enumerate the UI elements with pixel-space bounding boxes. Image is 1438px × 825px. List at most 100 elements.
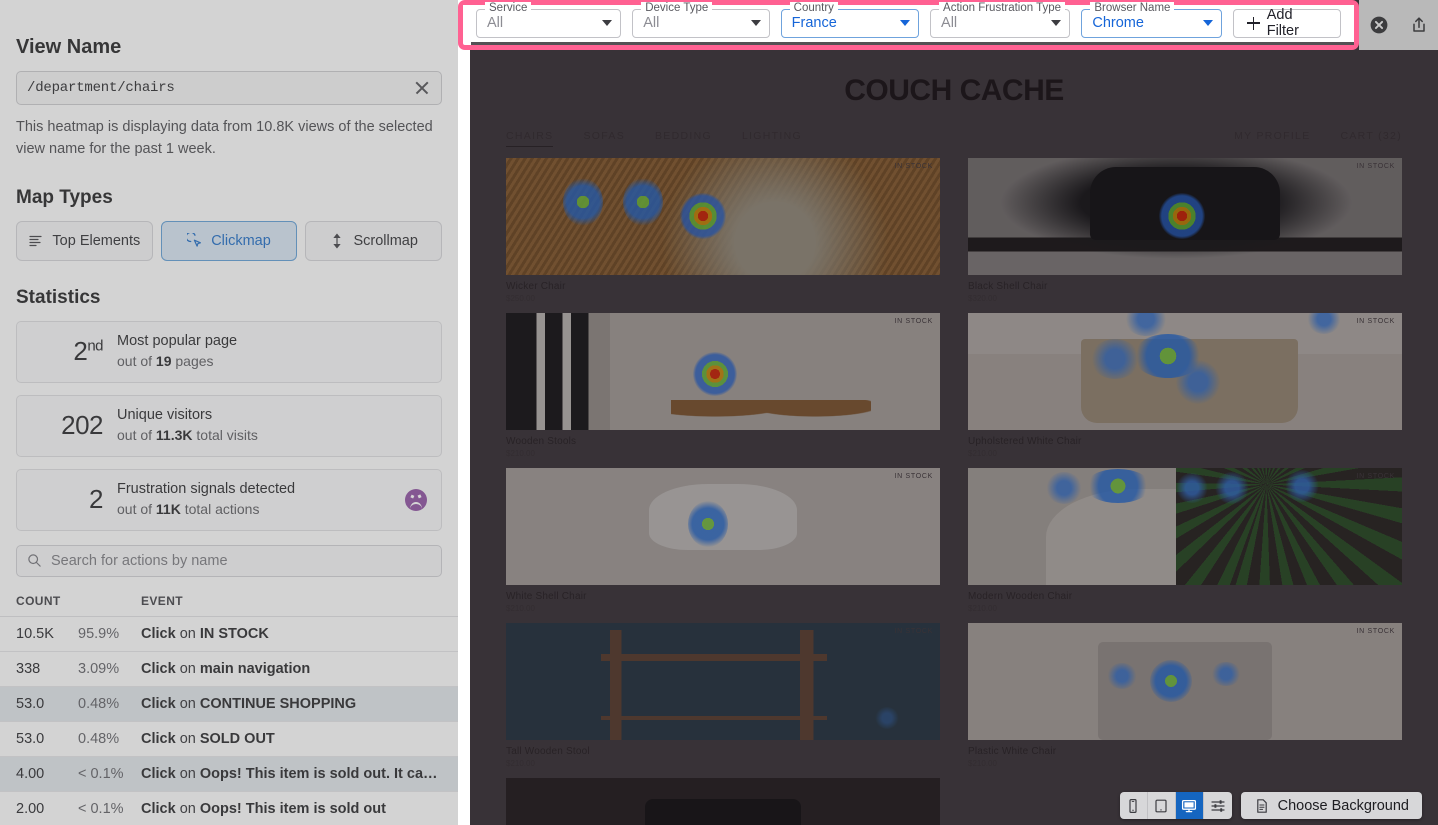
product-thumbnail[interactable]: IN STOCK xyxy=(506,623,940,740)
filter-browser-name[interactable]: Browser Name Chrome xyxy=(1081,1,1222,38)
chevron-down-icon[interactable] xyxy=(1202,20,1213,26)
heatmap-description: This heatmap is displaying data from 10.… xyxy=(16,119,433,157)
search-icon xyxy=(28,554,41,567)
product-name: Plastic White Chair xyxy=(968,746,1057,757)
product-thumbnail[interactable]: IN STOCK xyxy=(968,158,1402,275)
product-thumbnail[interactable]: IN STOCK xyxy=(506,158,940,275)
chevron-down-icon[interactable] xyxy=(900,20,911,26)
row-percent: 3.09% xyxy=(78,660,120,677)
filter-value: All xyxy=(487,15,504,31)
filter-bar-highlight: Service All Device Type All Country Fran… xyxy=(458,0,1359,50)
product-thumbnail[interactable]: IN STOCK xyxy=(968,623,1402,740)
map-type-top-elements[interactable]: Top Elements xyxy=(16,220,153,261)
nav-item-lighting[interactable]: LIGHTING xyxy=(742,130,802,142)
map-type-clickmap[interactable]: Clickmap xyxy=(160,220,298,261)
device-mobile-button[interactable] xyxy=(1119,792,1148,819)
product-thumbnail[interactable]: IN STOCK xyxy=(968,468,1402,585)
product-card[interactable]: IN STOCK White Shell Chair $210.00 xyxy=(506,468,940,613)
add-filter-button[interactable]: Add Filter xyxy=(1232,7,1342,39)
search-placeholder: Search for actions by name xyxy=(51,552,228,569)
map-type-scrollmap[interactable]: Scrollmap xyxy=(305,220,443,261)
statistics-heading: Statistics xyxy=(16,286,101,308)
product-price: $210.00 xyxy=(968,449,997,458)
stat-subtitle: out of 19 pages xyxy=(117,352,214,369)
product-name: Tall Wooden Stool xyxy=(506,746,590,757)
chevron-down-icon[interactable] xyxy=(602,20,613,26)
filter-device-type[interactable]: Device Type All xyxy=(632,1,770,38)
nav-item-sofas[interactable]: SOFAS xyxy=(583,130,625,142)
filter-value: All xyxy=(643,15,660,31)
device-settings-button[interactable] xyxy=(1203,792,1232,819)
rendered-website: COUCH CACHE CHAIRS SOFAS BEDDING LIGHTIN… xyxy=(470,56,1438,825)
product-price: $210.00 xyxy=(968,759,997,768)
view-name-input[interactable]: /department/chairs xyxy=(16,71,442,105)
share-upload-icon[interactable] xyxy=(1409,15,1429,35)
filter-action-frustration-type[interactable]: Action Frustration Type All xyxy=(930,1,1071,38)
row-count: 4.00 xyxy=(16,765,45,782)
table-row[interactable]: 338 3.09% Click on main navigation xyxy=(0,652,458,687)
row-percent: < 0.1% xyxy=(78,800,124,817)
table-row[interactable]: 4.00 < 0.1% Click on Oops! This item is … xyxy=(0,756,458,792)
product-grid: IN STOCK Wicker Chair $250.00 IN STOCK B… xyxy=(506,158,1402,825)
map-type-label: Clickmap xyxy=(211,232,271,249)
filter-service[interactable]: Service All xyxy=(476,1,622,38)
table-header: COUNT EVENT xyxy=(0,587,458,617)
stock-badge: IN STOCK xyxy=(1356,473,1395,480)
view-name-value: /department/chairs xyxy=(27,80,175,96)
product-card[interactable]: IN STOCK Black Shell Chair $320.00 xyxy=(968,158,1402,303)
nav-item-my-profile[interactable]: MY PROFILE xyxy=(1234,130,1310,142)
product-price: $210.00 xyxy=(506,604,535,613)
stat-subtitle: out of 11K total actions xyxy=(117,500,260,517)
product-card[interactable]: IN STOCK Wicker Chair $250.00 xyxy=(506,158,940,303)
filter-bar: Service All Device Type All Country Fran… xyxy=(463,1,1354,45)
product-photo xyxy=(968,313,1402,430)
product-photo xyxy=(506,778,940,825)
close-circle-icon[interactable] xyxy=(1369,15,1389,35)
clear-icon[interactable] xyxy=(413,79,431,97)
table-row[interactable]: 53.0 0.48% Click on SOLD OUT xyxy=(0,722,458,757)
filter-country[interactable]: Country France xyxy=(780,1,920,38)
filter-label: Browser Name xyxy=(1090,1,1175,14)
table-row[interactable]: 2.00 < 0.1% Click on Oops! This item is … xyxy=(0,792,458,825)
add-filter-label: Add Filter xyxy=(1266,7,1299,39)
product-card[interactable]: IN STOCK Tall Wooden Stool $210.00 xyxy=(506,623,940,768)
vertical-arrows-icon xyxy=(333,232,342,249)
row-count: 53.0 xyxy=(16,730,45,747)
nav-item-cart[interactable]: CART (32) xyxy=(1341,130,1403,142)
product-card[interactable]: IN STOCK Modern Wooden Chair $210.00 xyxy=(968,468,1402,613)
device-tablet-button[interactable] xyxy=(1147,792,1176,819)
stock-badge: IN STOCK xyxy=(894,473,933,480)
nav-item-chairs[interactable]: CHAIRS xyxy=(506,130,554,147)
chevron-down-icon[interactable] xyxy=(1051,20,1062,26)
choose-background-button[interactable]: Choose Background xyxy=(1240,792,1422,819)
stat-value: 2nd xyxy=(73,336,103,366)
document-icon xyxy=(1256,798,1267,813)
nav-item-bedding[interactable]: BEDDING xyxy=(655,130,712,142)
product-price: $210.00 xyxy=(506,449,535,458)
cursor-click-icon xyxy=(187,232,202,247)
product-thumbnail[interactable] xyxy=(506,778,940,825)
filter-label: Country xyxy=(789,1,838,14)
product-thumbnail[interactable]: IN STOCK xyxy=(968,313,1402,430)
search-actions-input[interactable]: Search for actions by name xyxy=(16,544,442,577)
row-count: 338 xyxy=(16,660,41,677)
product-thumbnail[interactable]: IN STOCK xyxy=(506,313,940,430)
sliders-icon xyxy=(1210,799,1225,812)
stock-badge: IN STOCK xyxy=(1356,628,1395,635)
product-card[interactable]: IN STOCK Upholstered White Chair $210.00 xyxy=(968,313,1402,458)
list-icon xyxy=(29,235,43,246)
heatmap-viewport: COUCH CACHE CHAIRS SOFAS BEDDING LIGHTIN… xyxy=(470,0,1438,825)
sidebar-panel: View Name /department/chairs This heatma… xyxy=(0,0,458,825)
chevron-down-icon[interactable] xyxy=(750,20,761,26)
product-name: Modern Wooden Chair xyxy=(968,591,1073,602)
table-row[interactable]: 10.5K 95.9% Click on IN STOCK xyxy=(0,617,458,652)
product-thumbnail[interactable]: IN STOCK xyxy=(506,468,940,585)
product-card[interactable]: IN STOCK Plastic White Chair $210.00 xyxy=(968,623,1402,768)
tablet-icon xyxy=(1155,799,1167,812)
device-desktop-button[interactable] xyxy=(1175,792,1204,819)
product-card[interactable]: IN STOCK Wooden Stools $210.00 xyxy=(506,313,940,458)
column-header-count: COUNT xyxy=(16,594,61,608)
product-card-partial[interactable] xyxy=(506,778,940,825)
table-row[interactable]: 53.0 0.48% Click on CONTINUE SHOPPING xyxy=(0,686,458,722)
product-name: Black Shell Chair xyxy=(968,281,1048,292)
